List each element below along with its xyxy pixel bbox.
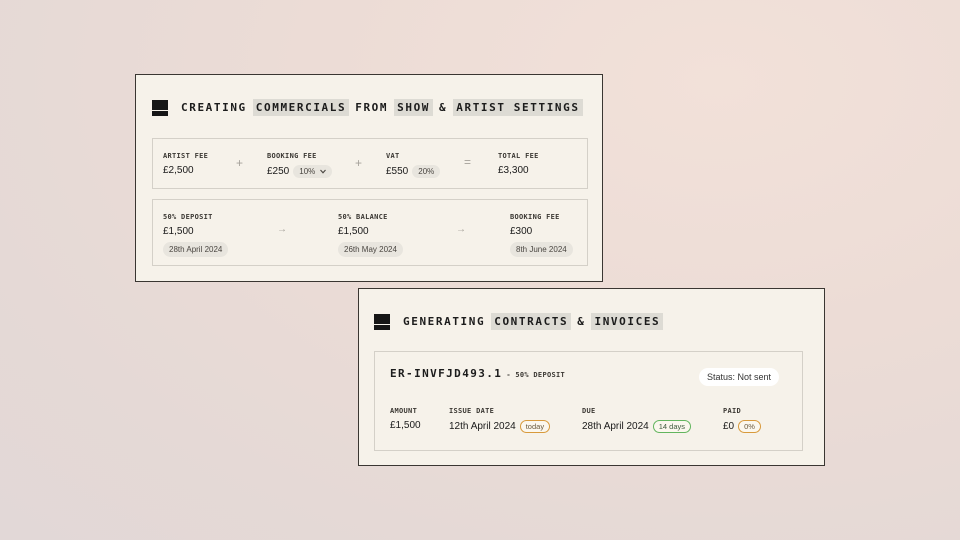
booking-fee-step-date: 8th June 2024 [510,242,573,257]
paid-label: PAID [723,407,742,415]
equals-operator: = [464,155,472,169]
commercials-card: CREATING COMMERCIALS FROM SHOW & ARTIST … [135,74,603,282]
artist-fee-label: ARTIST FEE [163,152,209,160]
due-days-tag: 14 days [652,420,691,433]
amount-label: AMOUNT [390,407,418,415]
heading-highlight: INVOICES [591,313,664,330]
vat-percent-badge: 20% [412,165,441,178]
contracts-card: GENERATING CONTRACTS & INVOICES ER-INVFJ… [358,288,825,466]
invoice-paid: PAID £0 0% [723,407,761,433]
paid-percent-tag: 0% [738,420,761,433]
booking-fee: BOOKING FEE £250 10% [267,152,332,178]
due-label: DUE [582,407,596,415]
due-value: 28th April 2024 [582,421,649,432]
commercials-heading: CREATING COMMERCIALS FROM SHOW & ARTIST … [152,99,584,116]
heading-highlight: COMMERCIALS [252,99,350,116]
booking-fee-percent: 10% [299,167,316,176]
invoice-due: DUE 28th April 2024 14 days [582,407,691,433]
total-fee-label: TOTAL FEE [498,152,539,160]
balance-label: 50% BALANCE [338,213,388,221]
deposit-value: £1,500 [163,226,194,237]
booking-fee-value: £250 [267,166,290,177]
plus-operator: + [355,156,363,170]
heading-word: CREATING [181,101,247,114]
arrow-right-icon: → [456,224,466,235]
invoice-amount: AMOUNT £1,500 [390,407,421,431]
booking-fee-percent-dropdown[interactable]: 10% [293,165,332,178]
arrow-right-icon: → [277,224,287,235]
invoice-title: ER-INVFJD493.1 - 50% DEPOSIT [390,367,565,380]
fees-breakdown: ARTIST FEE £2,500 + BOOKING FEE £250 10%… [152,138,588,189]
vat: VAT £550 20% [386,152,441,178]
heading-word: GENERATING [403,315,486,328]
contracts-heading: GENERATING CONTRACTS & INVOICES [374,313,664,330]
heading-word: & [439,101,448,114]
heading-word: & [577,315,586,328]
paid-value: £0 [723,421,735,432]
vat-value: £550 [386,166,409,177]
heading-highlight: CONTRACTS [491,313,572,330]
invoice-subtitle: - 50% DEPOSIT [506,371,566,379]
balance-step: 50% BALANCE £1,500 26th May 2024 [338,213,403,257]
balance-date: 26th May 2024 [338,242,403,257]
artist-fee: ARTIST FEE £2,500 [163,152,208,176]
booking-fee-label: BOOKING FEE [267,152,317,160]
deposit-label: 50% DEPOSIT [163,213,213,221]
artist-fee-value: £2,500 [163,165,194,176]
deposit-step: 50% DEPOSIT £1,500 28th April 2024 [163,213,229,257]
chevron-down-icon [319,169,326,174]
deposit-date: 28th April 2024 [163,242,229,257]
booking-fee-step-value: £300 [510,226,533,237]
heading-highlight: ARTIST SETTINGS [453,99,583,116]
invoice-id: ER-INVFJD493.1 [390,367,503,380]
vat-label: VAT [386,152,400,160]
booking-fee-step-label: BOOKING FEE [510,213,560,221]
booking-fee-step: BOOKING FEE £300 8th June 2024 [510,213,573,257]
amount-value: £1,500 [390,420,421,431]
balance-value: £1,500 [338,226,369,237]
total-fee: TOTAL FEE £3,300 [498,152,539,176]
plus-operator: + [236,156,244,170]
payment-schedule: 50% DEPOSIT £1,500 28th April 2024 → 50%… [152,199,588,266]
heading-word: FROM [355,101,389,114]
issue-date-value: 12th April 2024 [449,421,516,432]
total-fee-value: £3,300 [498,165,529,176]
heading-highlight: SHOW [394,99,434,116]
logo-icon [374,313,390,330]
issue-date-tag: today [519,420,551,433]
invoice-panel[interactable]: ER-INVFJD493.1 - 50% DEPOSIT Status: Not… [374,351,803,451]
status-badge: Status: Not sent [699,368,780,386]
logo-icon [152,99,168,116]
issue-date-label: ISSUE DATE [449,407,495,415]
invoice-issue-date: ISSUE DATE 12th April 2024 today [449,407,551,433]
